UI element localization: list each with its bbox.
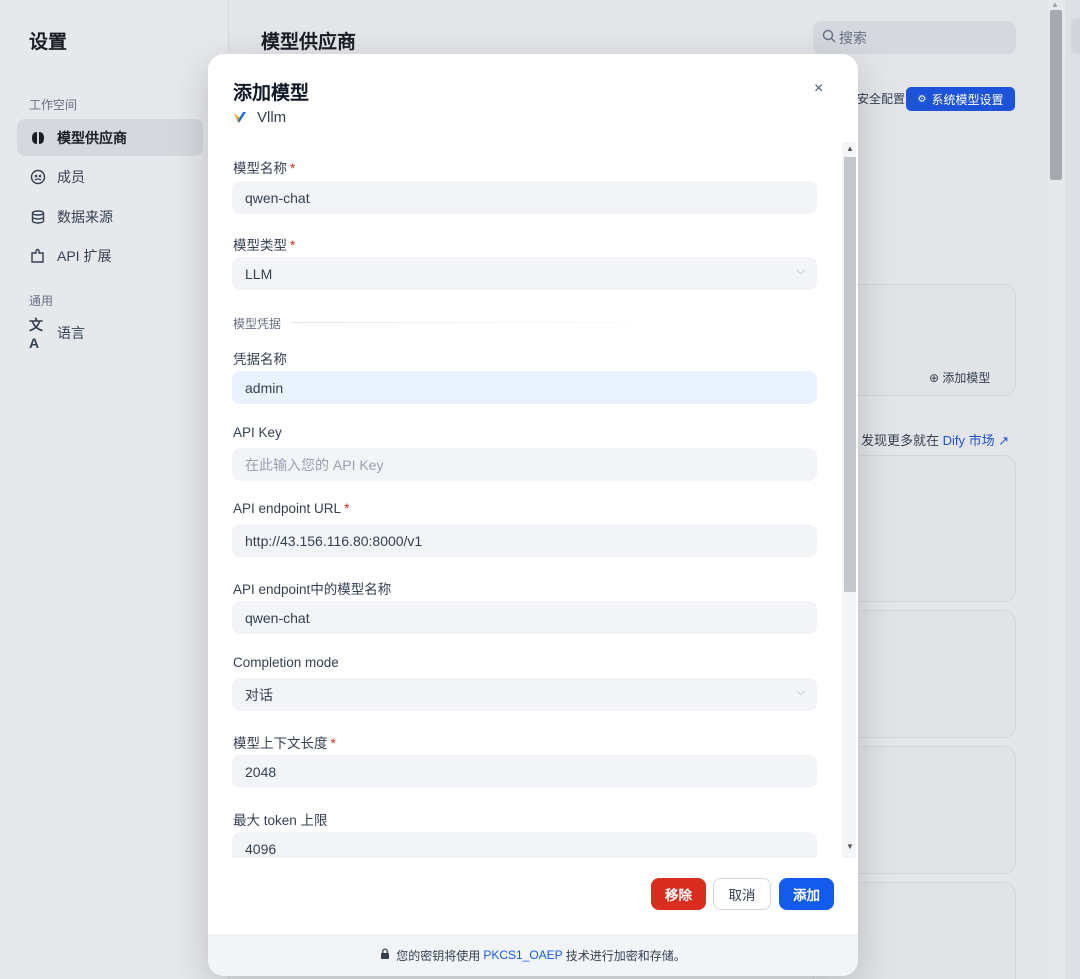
add-model-link[interactable]: ⊕ 添加模型	[929, 369, 990, 386]
pkcs1-oaep-link[interactable]: PKCS1_OAEP	[483, 948, 562, 962]
sidebar-item-label: 数据来源	[57, 208, 113, 225]
section-divider	[291, 322, 691, 323]
chevron-down-icon: ⌵	[796, 265, 805, 277]
model-name-input[interactable]: qwen-chat	[232, 181, 817, 214]
discover-prefix: 发现更多就在	[861, 433, 940, 448]
sidebar-item-language[interactable]: 文A 语言	[17, 314, 203, 351]
workspace-section-label: 工作空间	[29, 98, 78, 112]
form-scrollbar-thumb[interactable]	[844, 157, 856, 592]
plus-circle-icon: ⊕	[929, 371, 940, 385]
provider-name: Vllm	[257, 109, 287, 126]
lock-icon	[380, 948, 390, 962]
model-type-select[interactable]: LLM ⌵	[232, 257, 817, 290]
sidebar-item-label: 模型供应商	[57, 129, 127, 146]
system-model-settings-button[interactable]: ⚙ 系统模型设置	[906, 87, 1015, 111]
database-icon	[29, 208, 47, 226]
api-key-label: API Key	[233, 425, 282, 440]
scroll-up-arrow-icon[interactable]: ▲	[1051, 0, 1059, 9]
right-edge-panel	[1065, 0, 1080, 979]
sidebar-item-data-sources[interactable]: 数据来源	[17, 198, 203, 235]
side-panel-tab[interactable]	[1071, 18, 1080, 54]
remove-button[interactable]: 移除	[651, 878, 706, 910]
endpoint-model-name-label: API endpoint中的模型名称	[233, 582, 392, 597]
model-type-value: LLM	[245, 265, 273, 282]
sidebar-item-label: 成员	[57, 168, 85, 185]
page-scrollbar-thumb[interactable]	[1050, 10, 1062, 180]
credentials-section-label: 模型凭据	[233, 317, 282, 331]
provider-label: Vllm	[233, 109, 286, 126]
sidebar-item-label: API 扩展	[57, 247, 112, 264]
settings-sidebar: 设置 工作空间 模型供应商 成员 数据来源 API 扩展 通用 文A 语言	[0, 0, 229, 979]
api-key-input[interactable]: 在此输入您的 API Key	[232, 448, 817, 481]
footer-prefix: 您的密钥将使用	[396, 948, 481, 963]
max-tokens-input[interactable]: 4096	[232, 832, 817, 858]
dify-market-link[interactable]: Dify 市场	[943, 433, 995, 448]
add-model-dialog: 添加模型 × Vllm 模型名称 * qwen-chat 模型类型 * LLM ⌵ …	[208, 54, 858, 976]
vllm-logo-icon	[234, 111, 246, 123]
settings-title: 设置	[29, 32, 68, 53]
footer-suffix: 技术进行加密和存储。	[565, 948, 686, 963]
sidebar-item-model-providers[interactable]: 模型供应商	[17, 119, 203, 156]
form-scroll-area: 模型名称 * qwen-chat 模型类型 * LLM ⌵ 模型凭据 凭据名称 ad…	[208, 144, 858, 858]
encryption-notice: 您的密钥将使用 PKCS1_OAEP 技术进行加密和存储。	[208, 934, 858, 976]
puzzle-icon	[29, 247, 47, 265]
brain-icon	[29, 129, 47, 147]
chevron-down-icon: ⌵	[796, 686, 805, 698]
max-tokens-label: 最大 token 上限	[233, 813, 328, 828]
completion-mode-select[interactable]: 对话 ⌵	[232, 678, 817, 711]
security-config-text[interactable]: 安全配置	[857, 90, 905, 107]
model-type-label: 模型类型 *	[233, 238, 296, 253]
settings-sliders-icon: ⚙	[917, 93, 927, 105]
cancel-button[interactable]: 取消	[713, 878, 771, 910]
close-icon[interactable]: ×	[814, 80, 823, 98]
credential-name-label: 凭据名称	[233, 352, 287, 367]
completion-mode-label: Completion mode	[233, 655, 339, 670]
general-section-label: 通用	[29, 294, 54, 308]
search-icon	[822, 29, 836, 46]
context-length-input[interactable]: 2048	[232, 755, 817, 788]
endpoint-url-label: API endpoint URL *	[233, 501, 350, 516]
arrow-up-right-icon: ↗	[998, 433, 1010, 448]
scroll-up-arrow-icon[interactable]: ▲	[846, 144, 854, 153]
members-icon	[29, 168, 47, 186]
sidebar-item-members[interactable]: 成员	[17, 158, 203, 195]
search-placeholder: 搜索	[839, 29, 867, 46]
add-model-label: 添加模型	[942, 371, 991, 385]
sidebar-item-api-extension[interactable]: API 扩展	[17, 237, 203, 274]
sidebar-item-label: 语言	[57, 324, 85, 341]
system-model-settings-label: 系统模型设置	[931, 92, 1004, 107]
model-name-label: 模型名称 *	[233, 161, 296, 176]
translate-icon: 文A	[29, 316, 43, 351]
context-length-label: 模型上下文长度 *	[233, 736, 336, 751]
search-input[interactable]: 搜索	[813, 21, 1016, 54]
dialog-title: 添加模型	[233, 83, 310, 104]
scroll-down-arrow-icon[interactable]: ▼	[846, 842, 854, 851]
page-title: 模型供应商	[261, 32, 357, 53]
endpoint-model-name-input[interactable]: qwen-chat	[232, 601, 817, 634]
endpoint-url-input[interactable]: http://43.156.116.80:8000/v1	[232, 524, 817, 557]
credential-name-input[interactable]: admin	[232, 371, 817, 404]
add-button[interactable]: 添加	[779, 878, 834, 910]
discover-more-text: 发现更多就在 Dify 市场 ↗	[861, 430, 1009, 449]
completion-mode-value: 对话	[245, 686, 273, 703]
